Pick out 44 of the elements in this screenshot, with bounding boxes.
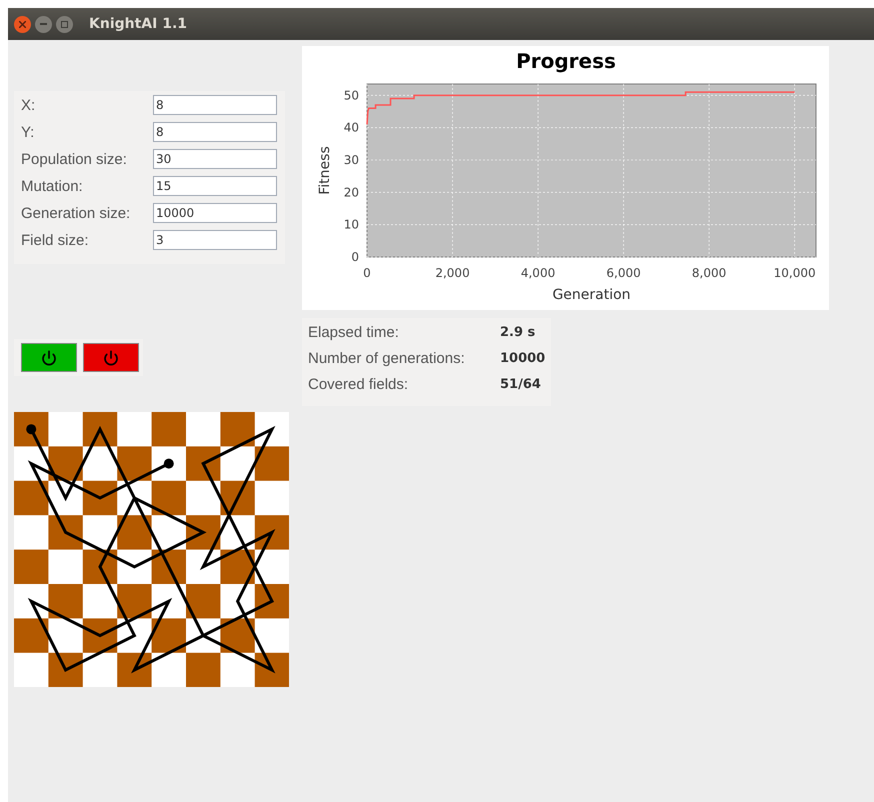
close-button[interactable] bbox=[14, 16, 31, 32]
input-field[interactable]: 8 bbox=[153, 95, 277, 115]
stat-value: 51/64 bbox=[500, 376, 542, 394]
y-tick-label: 30 bbox=[344, 153, 359, 167]
close-icon bbox=[19, 20, 26, 28]
input-field[interactable]: 8 bbox=[153, 122, 277, 142]
maximize-button[interactable] bbox=[56, 16, 73, 32]
stat-label: Elapsed time: bbox=[308, 323, 400, 343]
y-tick-label: 20 bbox=[344, 185, 359, 200]
x-tick-label: 6,000 bbox=[606, 266, 641, 280]
input-field[interactable]: 30 bbox=[153, 149, 277, 169]
stat-value: 10000 bbox=[500, 350, 546, 368]
power-icon bbox=[103, 350, 119, 366]
field-label: X: bbox=[21, 96, 36, 116]
maximize-icon bbox=[61, 20, 68, 28]
y-tick-label: 50 bbox=[344, 88, 359, 102]
stat-label: Covered fields: bbox=[308, 375, 410, 395]
window-title: KnightAI 1.1 bbox=[89, 16, 188, 32]
stat-label: Number of generations: bbox=[308, 349, 466, 369]
field-label: Mutation: bbox=[21, 177, 84, 197]
field-label: Field size: bbox=[21, 231, 90, 251]
y-axis-label: Fitness bbox=[317, 146, 333, 195]
minimize-icon bbox=[40, 23, 47, 25]
stat-value: 2.9 s bbox=[500, 324, 536, 342]
x-tick-label: 10,000 bbox=[774, 266, 816, 280]
x-tick-label: 4,000 bbox=[520, 266, 556, 280]
power-button[interactable] bbox=[21, 343, 77, 372]
x-tick-label: 0 bbox=[363, 266, 371, 280]
power-button[interactable] bbox=[83, 343, 139, 372]
minimize-button[interactable] bbox=[35, 16, 52, 32]
power-icon bbox=[41, 350, 57, 366]
y-tick-label: 10 bbox=[344, 218, 359, 232]
x-axis-label: Generation bbox=[552, 287, 631, 303]
input-field[interactable]: 3 bbox=[153, 230, 277, 250]
y-tick-label: 40 bbox=[344, 120, 359, 135]
field-label: Generation size: bbox=[21, 204, 132, 224]
field-label: Population size: bbox=[21, 150, 128, 170]
input-field[interactable]: 15 bbox=[153, 176, 277, 196]
field-label: Y: bbox=[21, 123, 36, 143]
input-field[interactable]: 10000 bbox=[153, 203, 277, 223]
x-tick-label: 2,000 bbox=[435, 266, 470, 280]
y-tick-label: 0 bbox=[351, 250, 359, 264]
chart-title: Progress bbox=[516, 49, 616, 73]
x-tick-label: 8,000 bbox=[692, 266, 726, 280]
